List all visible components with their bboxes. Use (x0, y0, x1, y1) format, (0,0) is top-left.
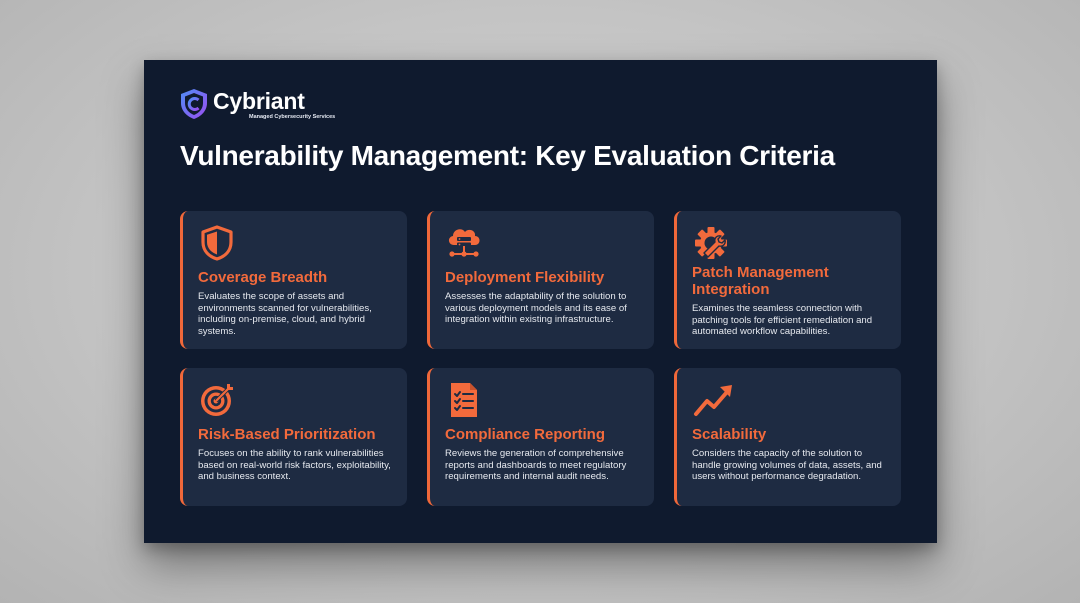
card-title: Scalability (692, 426, 767, 443)
trend-up-icon (694, 385, 732, 416)
card-compliance-reporting: Compliance Reporting Reviews the generat… (427, 368, 654, 506)
brand-logo: Cybriant Managed Cybersecurity Services (180, 88, 335, 120)
card-description: Assesses the adaptability of the solutio… (445, 291, 627, 326)
card-title: Coverage Breadth (198, 269, 328, 286)
card-title: Deployment Flexibility (445, 269, 605, 286)
card-scalability: Scalability Considers the capacity of th… (674, 368, 901, 506)
slide: Cybriant Managed Cybersecurity Services … (144, 60, 937, 543)
card-description: Examines the seamless connection with pa… (692, 303, 873, 338)
target-icon (201, 384, 233, 416)
brand-tagline: Managed Cybersecurity Services (249, 113, 336, 120)
card-risk-based-prioritization: Risk-Based Prioritization Focuses on the… (180, 368, 407, 506)
card-deployment-flexibility: Deployment Flexibility Assesses the adap… (427, 211, 654, 349)
card-title: Patch Management Integration (692, 264, 829, 298)
card-patch-management-integration: Patch Management Integration Examines th… (674, 211, 901, 349)
cloud-server-icon (448, 229, 480, 257)
card-title: Compliance Reporting (445, 426, 606, 443)
card-description: Evaluates the scope of assets and enviro… (198, 291, 372, 337)
card-description: Reviews the generation of comprehensive … (445, 448, 627, 483)
shield-logo-icon (181, 89, 207, 119)
checklist-document-icon (451, 383, 477, 417)
brand-name: Cybriant (213, 87, 305, 114)
page-title: Vulnerability Management: Key Evaluation… (180, 140, 835, 171)
card-coverage-breadth: Coverage Breadth Evaluates the scope of … (180, 211, 407, 349)
shield-icon (201, 225, 233, 261)
card-title: Risk-Based Prioritization (198, 426, 376, 443)
card-description: Focuses on the ability to rank vulnerabi… (198, 448, 391, 483)
gear-wrench-icon (695, 227, 727, 259)
card-description: Considers the capacity of the solution t… (692, 448, 882, 483)
